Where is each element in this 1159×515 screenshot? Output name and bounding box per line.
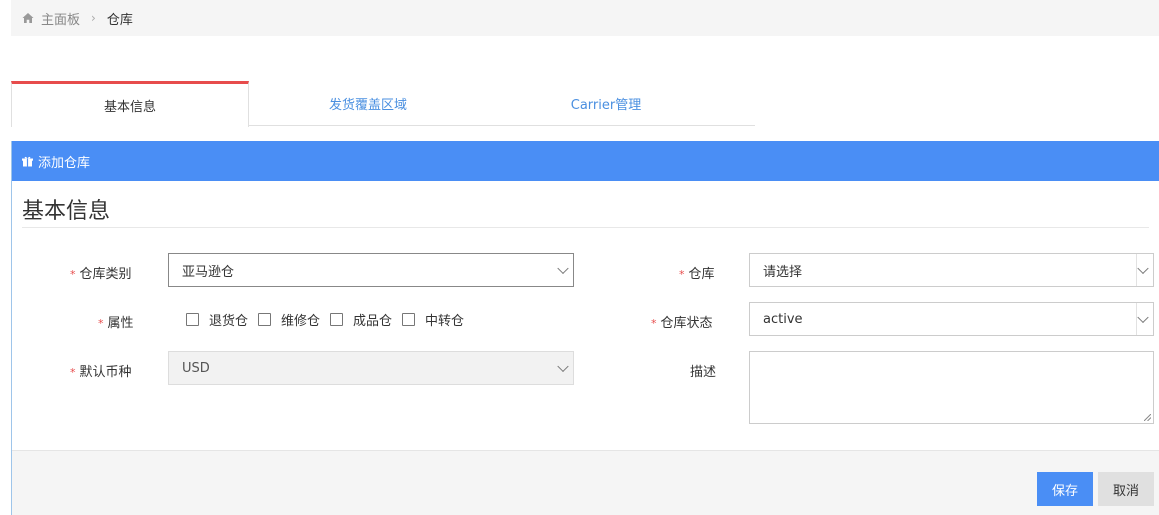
- tab-carrier-management[interactable]: Carrier管理: [487, 81, 725, 126]
- home-icon[interactable]: [22, 12, 34, 24]
- breadcrumb-current: 仓库: [106, 12, 133, 28]
- attribute-option-return[interactable]: 退货仓: [186, 310, 248, 329]
- chevron-down-icon: [557, 262, 569, 275]
- attribute-option-transit[interactable]: 中转仓: [402, 310, 464, 329]
- section-title: 基本信息: [22, 199, 111, 224]
- description-textarea[interactable]: [749, 351, 1154, 424]
- attributes-label: * 属性: [98, 316, 134, 331]
- attribute-option-finished[interactable]: 成品仓: [330, 310, 392, 329]
- save-button[interactable]: 保存: [1037, 472, 1093, 506]
- tab-basic-info[interactable]: 基本信息: [11, 81, 249, 127]
- chevron-down-icon: [1137, 311, 1149, 324]
- description-label: 描述: [690, 365, 717, 380]
- currency-select: USD: [168, 351, 574, 385]
- breadcrumb: 主面板 › 仓库: [11, 0, 1159, 36]
- add-warehouse-panel: 添加仓库 基本信息 * 仓库类别 亚马逊仓 * 仓库 请选择 * 属性 退货仓 维修仓…: [11, 141, 1159, 515]
- required-mark: *: [70, 268, 76, 281]
- required-mark: *: [679, 268, 685, 281]
- required-mark: *: [651, 317, 657, 330]
- panel-header: 添加仓库: [12, 141, 1159, 181]
- panel-title: 添加仓库: [38, 155, 91, 171]
- form-footer: 保存 取消: [12, 450, 1159, 515]
- gift-icon: [22, 156, 33, 166]
- attribute-option-repair[interactable]: 维修仓: [258, 310, 320, 329]
- warehouse-status-select[interactable]: active: [749, 302, 1154, 336]
- tab-shipping-coverage[interactable]: 发货覆盖区域: [249, 81, 487, 126]
- required-mark: *: [98, 317, 104, 330]
- checkbox[interactable]: [402, 313, 416, 326]
- warehouse-value: 请选择: [763, 264, 803, 280]
- checkbox[interactable]: [186, 313, 199, 326]
- chevron-down-icon: [1137, 262, 1149, 275]
- tab-bar: 基本信息 发货覆盖区域 Carrier管理: [11, 81, 755, 127]
- chevron-down-icon: [557, 360, 569, 373]
- checkbox[interactable]: [258, 313, 272, 326]
- warehouse-status-value: active: [763, 311, 803, 327]
- warehouse-type-value: 亚马逊仓: [182, 264, 235, 280]
- warehouse-type-select[interactable]: 亚马逊仓: [168, 253, 574, 287]
- checkbox[interactable]: [330, 313, 344, 326]
- currency-value: USD: [182, 360, 210, 376]
- breadcrumb-separator: ›: [91, 11, 96, 25]
- currency-label: * 默认币种: [70, 365, 132, 380]
- resize-grip-icon[interactable]: [1144, 414, 1151, 421]
- attributes-checkbox-group: 退货仓 维修仓 成品仓 中转仓: [186, 310, 474, 329]
- breadcrumb-home-link[interactable]: 主面板: [41, 9, 80, 28]
- warehouse-status-label: * 仓库状态: [651, 316, 713, 331]
- cancel-button[interactable]: 取消: [1098, 472, 1154, 506]
- required-mark: *: [70, 366, 76, 379]
- warehouse-type-label: * 仓库类别: [70, 267, 132, 282]
- section-divider: [22, 227, 1149, 228]
- warehouse-label: * 仓库: [679, 267, 715, 282]
- warehouse-select[interactable]: 请选择: [749, 253, 1154, 287]
